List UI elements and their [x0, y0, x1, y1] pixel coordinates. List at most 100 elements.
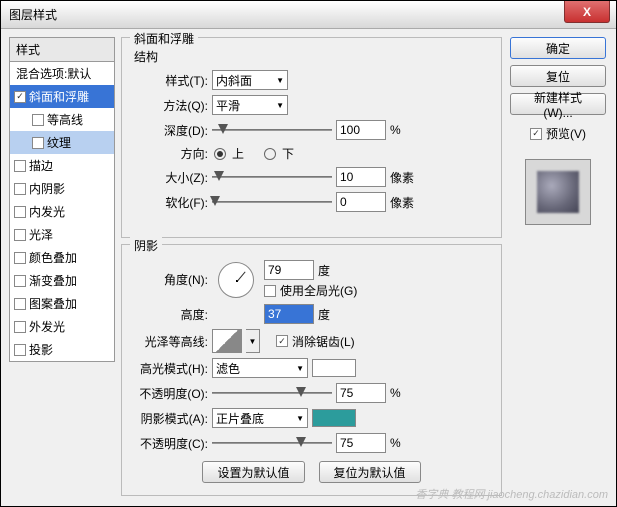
checkbox-icon[interactable] [32, 137, 44, 149]
antialias-checkbox[interactable]: ✓ [276, 335, 288, 347]
chevron-down-icon: ▼ [296, 364, 304, 373]
close-button[interactable]: X [564, 1, 610, 23]
cancel-button[interactable]: 复位 [510, 65, 606, 87]
shadow-color-swatch[interactable] [312, 409, 356, 427]
label-opacity2: 不透明度(C): [134, 435, 208, 452]
watermark: 香字典 教程网 jiaocheng.chazidian.com [415, 486, 608, 502]
style-satin[interactable]: 光泽 [10, 223, 114, 246]
preview-swatch [537, 171, 579, 213]
checkbox-icon[interactable] [14, 160, 26, 172]
unit-percent: % [390, 123, 401, 137]
structure-group: 结构 样式(T): 内斜面▼ 方法(Q): 平滑▼ 深度(D): % [134, 48, 489, 225]
angle-input[interactable] [264, 260, 314, 280]
ok-button[interactable]: 确定 [510, 37, 606, 59]
shading-group: 阴影 角度(N): 度 使用全局光(G) [121, 244, 502, 496]
style-pattern-overlay[interactable]: 图案叠加 [10, 292, 114, 315]
unit-deg: 度 [318, 306, 330, 323]
style-gradient-overlay[interactable]: 渐变叠加 [10, 269, 114, 292]
label-depth: 深度(D): [134, 122, 208, 139]
depth-slider[interactable] [212, 122, 332, 138]
radio-up[interactable] [214, 148, 226, 160]
styles-panel: 样式 混合选项:默认 ✓斜面和浮雕 等高线 纹理 描边 内阴影 内发光 光泽 颜… [9, 37, 115, 498]
unit-px: 像素 [390, 194, 414, 211]
angle-control[interactable] [218, 262, 254, 298]
label-technique: 方法(Q): [134, 97, 208, 114]
dialog-title: 图层样式 [9, 6, 57, 23]
unit-px: 像素 [390, 169, 414, 186]
opacity2-input[interactable] [336, 433, 386, 453]
size-input[interactable] [336, 167, 386, 187]
depth-input[interactable] [336, 120, 386, 140]
checkbox-icon[interactable] [14, 229, 26, 241]
altitude-input[interactable] [264, 304, 314, 324]
bevel-group: 斜面和浮雕 结构 样式(T): 内斜面▼ 方法(Q): 平滑▼ 深度(D): [121, 37, 502, 238]
label-antialias: 消除锯齿(L) [292, 333, 355, 350]
style-stroke[interactable]: 描边 [10, 154, 114, 177]
label-size: 大小(Z): [134, 169, 208, 186]
preview-checkbox[interactable]: ✓ [530, 128, 542, 140]
unit-percent: % [390, 436, 401, 450]
highlight-mode-combo[interactable]: 滤色▼ [212, 358, 308, 378]
opacity1-slider[interactable] [212, 385, 332, 401]
technique-combo[interactable]: 平滑▼ [212, 95, 288, 115]
checkbox-icon[interactable] [14, 321, 26, 333]
settings-panel: 斜面和浮雕 结构 样式(T): 内斜面▼ 方法(Q): 平滑▼ 深度(D): [121, 37, 502, 498]
global-light-checkbox[interactable] [264, 285, 276, 297]
label-angle: 角度(N): [134, 271, 208, 288]
right-panel: 确定 复位 新建样式(W)... ✓ 预览(V) [508, 37, 608, 498]
reset-default-button[interactable]: 复位为默认值 [319, 461, 421, 483]
style-drop-shadow[interactable]: 投影 [10, 338, 114, 361]
shadow-mode-combo[interactable]: 正片叠底▼ [212, 408, 308, 428]
titlebar: 图层样式 X [1, 1, 616, 29]
checkbox-icon[interactable] [14, 275, 26, 287]
chevron-down-icon: ▼ [276, 76, 284, 85]
chevron-down-icon[interactable]: ▼ [246, 329, 260, 353]
make-default-button[interactable]: 设置为默认值 [202, 461, 304, 483]
soften-input[interactable] [336, 192, 386, 212]
checkbox-icon[interactable] [14, 344, 26, 356]
label-soften: 软化(F): [134, 194, 208, 211]
preview-box [525, 159, 591, 225]
style-color-overlay[interactable]: 颜色叠加 [10, 246, 114, 269]
style-combo[interactable]: 内斜面▼ [212, 70, 288, 90]
style-texture[interactable]: 纹理 [10, 131, 114, 154]
style-outer-glow[interactable]: 外发光 [10, 315, 114, 338]
chevron-down-icon: ▼ [296, 414, 304, 423]
label-opacity1: 不透明度(O): [134, 385, 208, 402]
highlight-color-swatch[interactable] [312, 359, 356, 377]
label-shadow-mode: 阴影模式(A): [134, 410, 208, 427]
label-highlight-mode: 高光模式(H): [134, 360, 208, 377]
new-style-button[interactable]: 新建样式(W)... [510, 93, 606, 115]
structure-title: 结构 [134, 48, 489, 65]
style-contour[interactable]: 等高线 [10, 108, 114, 131]
style-inner-shadow[interactable]: 内阴影 [10, 177, 114, 200]
group-title-main: 斜面和浮雕 [130, 30, 198, 47]
size-slider[interactable] [212, 169, 332, 185]
label-style: 样式(T): [134, 72, 208, 89]
checkbox-icon[interactable] [14, 298, 26, 310]
group-title-shading: 阴影 [130, 237, 162, 254]
label-preview: 预览(V) [546, 125, 586, 142]
contour-picker[interactable] [212, 329, 242, 353]
radio-down[interactable] [264, 148, 276, 160]
opacity1-input[interactable] [336, 383, 386, 403]
unit-percent: % [390, 386, 401, 400]
style-bevel[interactable]: ✓斜面和浮雕 [10, 85, 114, 108]
checkbox-icon[interactable]: ✓ [14, 91, 26, 103]
style-inner-glow[interactable]: 内发光 [10, 200, 114, 223]
label-gloss-contour: 光泽等高线: [134, 333, 208, 350]
opacity2-slider[interactable] [212, 435, 332, 451]
checkbox-icon[interactable] [14, 206, 26, 218]
checkbox-icon[interactable] [14, 183, 26, 195]
label-direction: 方向: [134, 145, 208, 162]
label-altitude: 高度: [134, 306, 208, 323]
styles-list: 混合选项:默认 ✓斜面和浮雕 等高线 纹理 描边 内阴影 内发光 光泽 颜色叠加… [9, 62, 115, 362]
styles-header: 样式 [9, 37, 115, 62]
unit-deg: 度 [318, 262, 330, 279]
label-global-light: 使用全局光(G) [280, 282, 357, 299]
style-blend-options[interactable]: 混合选项:默认 [10, 62, 114, 85]
checkbox-icon[interactable] [32, 114, 44, 126]
chevron-down-icon: ▼ [276, 101, 284, 110]
checkbox-icon[interactable] [14, 252, 26, 264]
soften-slider[interactable] [212, 194, 332, 210]
